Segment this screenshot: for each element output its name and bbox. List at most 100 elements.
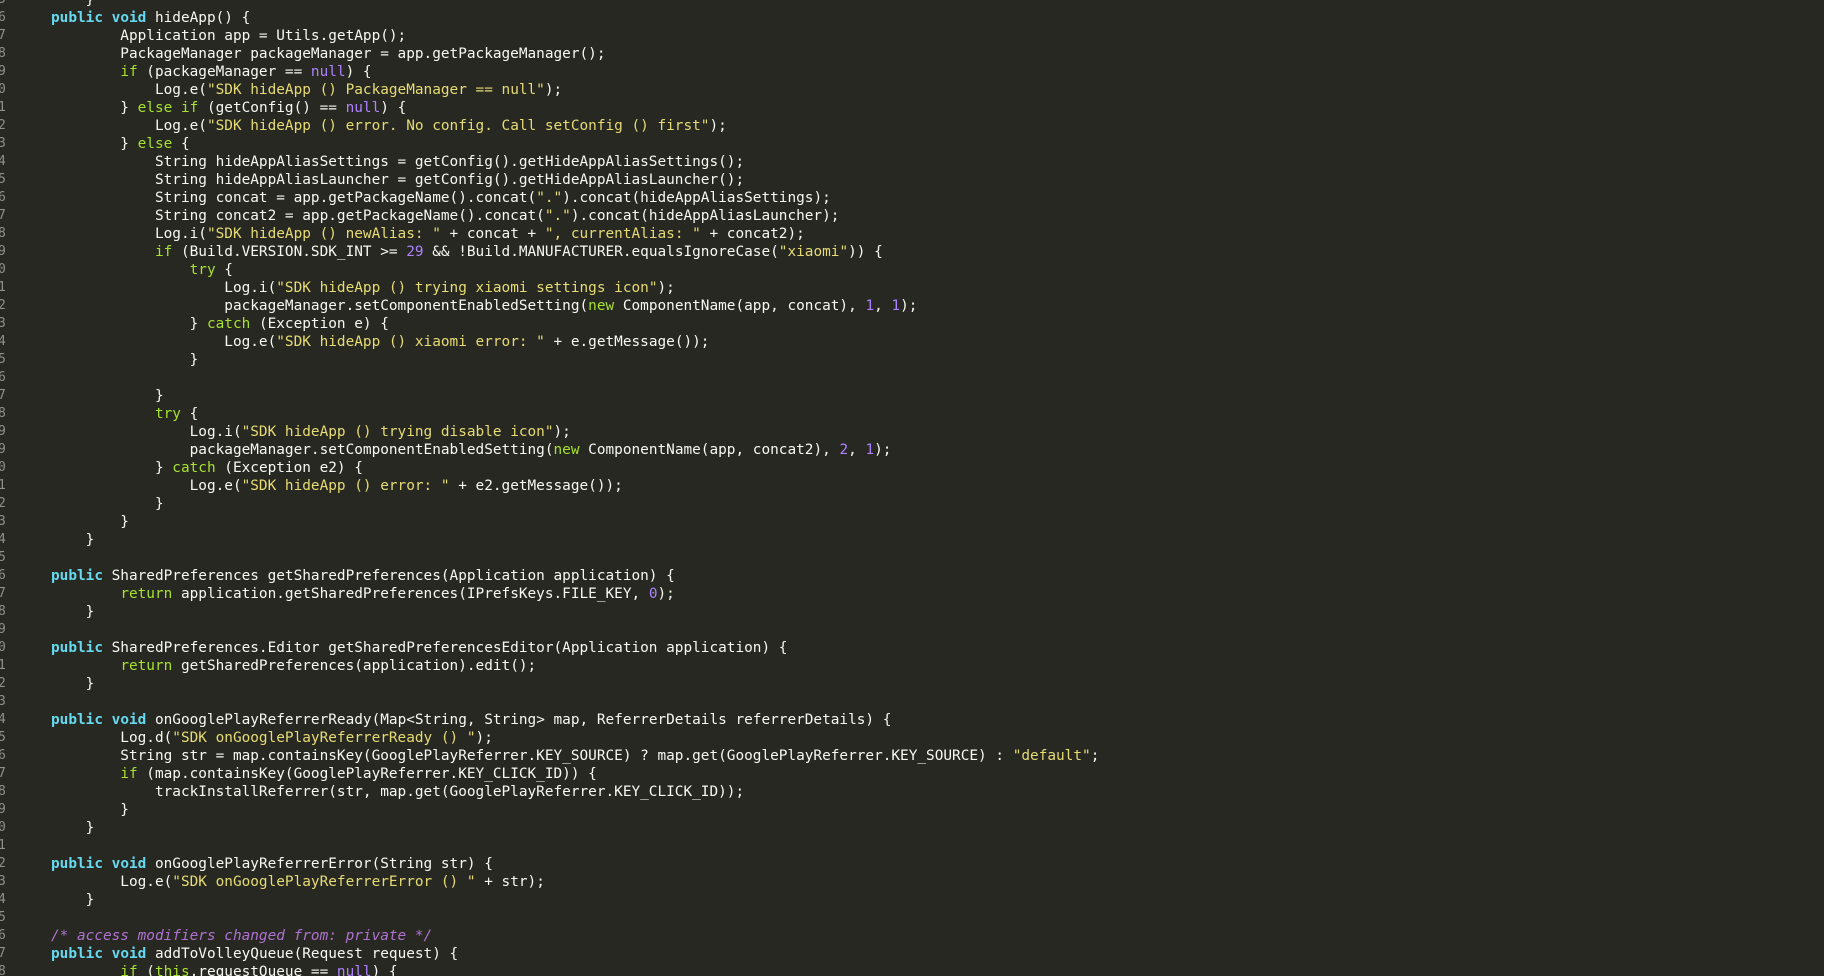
line-number: 7 xyxy=(0,208,6,223)
code-line[interactable]: 6 String concat = app.getPackageName().c… xyxy=(0,189,1824,207)
code-line[interactable]: 7 } xyxy=(0,387,1824,405)
code-text: return getSharedPreferences(application)… xyxy=(51,657,536,675)
code-line[interactable]: 5 } xyxy=(0,0,1824,9)
line-number: 1 xyxy=(0,658,6,673)
code-line[interactable]: 5 Log.d("SDK onGooglePlayReferrerReady (… xyxy=(0,729,1824,747)
code-text: Log.d("SDK onGooglePlayReferrerReady () … xyxy=(51,729,493,747)
code-line[interactable]: 2 public void onGooglePlayReferrerError(S… xyxy=(0,855,1824,873)
code-line[interactable]: 8 PackageManager packageManager = app.ge… xyxy=(0,45,1824,63)
code-line[interactable]: 8 Log.i("SDK hideApp () newAlias: " + co… xyxy=(0,225,1824,243)
code-line[interactable]: 6 /* access modifiers changed from: priva… xyxy=(0,927,1824,945)
code-line[interactable]: 6 public SharedPreferences getSharedPrefe… xyxy=(0,567,1824,585)
line-number: 1 xyxy=(0,838,6,853)
code-token: } xyxy=(51,100,138,116)
code-line[interactable]: 5 xyxy=(0,549,1824,567)
line-number: 5 xyxy=(0,730,6,745)
code-token: String str = map.containsKey(GooglePlayR… xyxy=(51,748,1013,764)
line-number: 3 xyxy=(0,316,6,331)
code-token: public xyxy=(51,946,103,962)
code-line[interactable]: 2 } xyxy=(0,495,1824,513)
code-line[interactable]: 1 Log.i("SDK hideApp () trying xiaomi se… xyxy=(0,279,1824,297)
code-line[interactable]: 7 return application.getSharedPreference… xyxy=(0,585,1824,603)
code-line[interactable]: 4 } xyxy=(0,531,1824,549)
code-line[interactable]: 4 } xyxy=(0,891,1824,909)
code-line[interactable]: 7 String concat2 = app.getPackageName().… xyxy=(0,207,1824,225)
code-line[interactable]: 1 } else if (getConfig() == null) { xyxy=(0,99,1824,117)
code-token: String concat = app.getPackageName().con… xyxy=(51,190,537,206)
code-line[interactable]: 8 try { xyxy=(0,405,1824,423)
line-number: 4 xyxy=(0,892,6,907)
code-line[interactable]: 3 Log.e("SDK onGooglePlayReferrerError (… xyxy=(0,873,1824,891)
code-token: } xyxy=(51,532,95,548)
line-number: 0 xyxy=(0,820,6,835)
code-line[interactable]: 6 xyxy=(0,369,1824,387)
code-token: } xyxy=(51,496,164,512)
line-number: 0 xyxy=(0,460,6,475)
code-line[interactable]: 7 public void addToVolleyQueue(Request re… xyxy=(0,945,1824,963)
code-line[interactable]: 9 Log.i("SDK hideApp () trying disable i… xyxy=(0,423,1824,441)
code-line[interactable]: 5 String hideAppAliasLauncher = getConfi… xyxy=(0,171,1824,189)
code-line[interactable]: 3 } else { xyxy=(0,135,1824,153)
code-line[interactable]: 9 } xyxy=(0,801,1824,819)
code-line[interactable]: 0 public SharedPreferences.Editor getShar… xyxy=(0,639,1824,657)
line-number: 6 xyxy=(0,568,6,583)
code-token: void xyxy=(111,10,147,26)
code-line[interactable]: 1 return getSharedPreferences(applicatio… xyxy=(0,657,1824,675)
code-line[interactable]: 3 } xyxy=(0,513,1824,531)
code-text: } xyxy=(51,531,95,549)
code-token: + e2.getMessage()); xyxy=(449,478,623,494)
code-line[interactable]: 0 try { xyxy=(0,261,1824,279)
code-line[interactable]: 3 xyxy=(0,693,1824,711)
code-line[interactable]: 9 if (Build.VERSION.SDK_INT >= 29 && !Bu… xyxy=(0,243,1824,261)
code-line[interactable]: 0 } xyxy=(0,819,1824,837)
code-token: trackInstallReferrer(str, map.get(Google… xyxy=(51,784,745,800)
code-token: public xyxy=(51,712,103,728)
code-line[interactable]: 7 if (map.containsKey(GooglePlayReferrer… xyxy=(0,765,1824,783)
code-line[interactable]: 2 } xyxy=(0,675,1824,693)
code-token: + concat2); xyxy=(700,226,805,242)
code-token: "SDK hideApp () xiaomi error: " xyxy=(276,334,545,350)
code-token: else xyxy=(137,136,173,152)
code-token: void xyxy=(111,712,147,728)
code-line[interactable]: 9 if (packageManager == null) { xyxy=(0,63,1824,81)
code-line[interactable]: 4 String hideAppAliasSettings = getConfi… xyxy=(0,153,1824,171)
code-editor[interactable]: 5 }6public void hideApp() {7 Application… xyxy=(0,0,1824,976)
code-line[interactable]: 8 if (this.requestQueue == null) { xyxy=(0,963,1824,976)
code-token: if xyxy=(120,964,138,976)
line-number: 7 xyxy=(0,946,6,961)
code-token: } xyxy=(51,514,129,530)
line-number: 6 xyxy=(0,10,6,25)
code-line[interactable]: 8 trackInstallReferrer(str, map.get(Goog… xyxy=(0,783,1824,801)
code-line[interactable]: 1 Log.e("SDK hideApp () error: " + e2.ge… xyxy=(0,477,1824,495)
code-line[interactable]: 5 } xyxy=(0,351,1824,369)
code-line[interactable]: 2 packageManager.setComponentEnabledSett… xyxy=(0,297,1824,315)
code-line[interactable]: 6 public void hideApp() { xyxy=(0,9,1824,27)
line-number: 8 xyxy=(0,406,6,421)
code-line[interactable]: 9 packageManager.setComponentEnabledSett… xyxy=(0,441,1824,459)
code-line[interactable]: 4 public void onGooglePlayReferrerReady(M… xyxy=(0,711,1824,729)
code-token: } xyxy=(51,136,138,152)
code-line[interactable]: 3 } catch (Exception e) { xyxy=(0,315,1824,333)
code-text: } xyxy=(51,387,164,405)
code-line[interactable]: 9 xyxy=(0,621,1824,639)
code-line[interactable]: 6 String str = map.containsKey(GooglePla… xyxy=(0,747,1824,765)
code-line[interactable]: 4 Log.e("SDK hideApp () xiaomi error: " … xyxy=(0,333,1824,351)
code-line[interactable]: 0 } catch (Exception e2) { xyxy=(0,459,1824,477)
code-token: } xyxy=(51,604,95,620)
code-token: (getConfig() == xyxy=(198,100,346,116)
code-line[interactable]: 5 xyxy=(0,909,1824,927)
code-token: else if xyxy=(137,100,199,116)
code-line[interactable]: 1 xyxy=(0,837,1824,855)
code-token: "SDK hideApp () newAlias: " xyxy=(206,226,441,242)
code-line[interactable]: 8 } xyxy=(0,603,1824,621)
code-line[interactable]: 0 Log.e("SDK hideApp () PackageManager =… xyxy=(0,81,1824,99)
code-token: String hideAppAliasSettings = getConfig(… xyxy=(51,154,745,170)
code-text: packageManager.setComponentEnabledSettin… xyxy=(51,441,892,459)
line-number: 9 xyxy=(0,64,6,79)
code-line[interactable]: 7 Application app = Utils.getApp(); xyxy=(0,27,1824,45)
code-line[interactable]: 2 Log.e("SDK hideApp () error. No config… xyxy=(0,117,1824,135)
code-token: onGooglePlayReferrerError(String str) { xyxy=(146,856,493,872)
